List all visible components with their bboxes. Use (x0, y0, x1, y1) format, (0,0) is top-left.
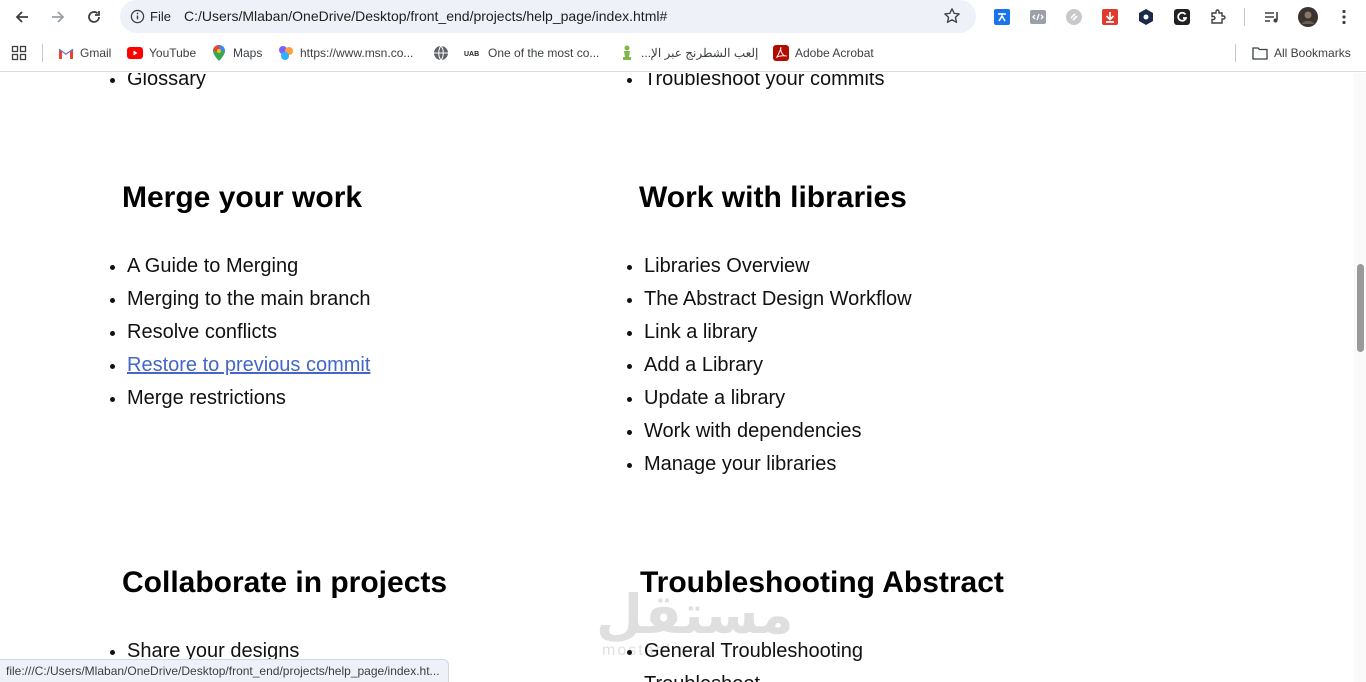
profile-avatar[interactable] (1298, 7, 1318, 27)
bookmark-label: Gmail (80, 46, 112, 60)
bookmark-label: YouTube (149, 46, 197, 60)
list-item[interactable]: The Abstract Design Workflow (644, 283, 912, 316)
url-text[interactable]: C:/Users/Mlaban/OneDrive/Desktop/front_e… (184, 8, 667, 24)
section-list-libraries: Libraries Overview The Abstract Design W… (644, 250, 912, 481)
extension-download-icon[interactable] (1100, 7, 1120, 27)
acrobat-icon (773, 45, 789, 61)
back-arrow-icon (15, 11, 28, 23)
youtube-icon (127, 45, 143, 61)
bookmark-label: Adobe Acrobat (795, 46, 874, 60)
media-control-icon[interactable] (1262, 7, 1282, 27)
bookmark-gmail[interactable]: Gmail (58, 44, 111, 62)
forward-button[interactable] (45, 4, 71, 30)
extensions-puzzle-icon[interactable] (1208, 7, 1228, 27)
forward-arrow-icon (52, 11, 65, 23)
extension-translate-icon[interactable] (992, 7, 1012, 27)
chess-icon (619, 45, 635, 61)
list-item[interactable]: Merge restrictions (127, 382, 370, 415)
list-item[interactable]: Resolve conflicts (127, 316, 370, 349)
site-info-chip[interactable]: File (130, 8, 171, 25)
back-button[interactable] (9, 4, 35, 30)
bookmark-youtube[interactable]: YouTube (127, 44, 196, 62)
gmail-icon (58, 45, 74, 61)
section-title-libraries: Work with libraries (639, 181, 907, 214)
bookmarks-divider (1235, 44, 1236, 62)
list-item-link: Restore to previous commit (127, 349, 370, 382)
section-title-collaborate: Collaborate in projects (122, 566, 448, 599)
watermark-main: مستقل (596, 583, 794, 646)
extension-grammarly-icon[interactable] (1172, 7, 1192, 27)
address-bar[interactable]: File C:/Users/Mlaban/OneDrive/Desktop/fr… (120, 0, 976, 33)
reload-button[interactable] (81, 4, 107, 30)
apps-button[interactable] (11, 44, 27, 62)
globe-icon (433, 45, 449, 61)
bookmark-label: Maps (233, 46, 263, 60)
list-item[interactable]: Link a library (644, 316, 912, 349)
bookmark-uab[interactable]: UAB One of the most co... (464, 44, 599, 62)
bookmark-maps[interactable]: Maps (211, 44, 262, 62)
list-item[interactable]: Troubleshoot... (644, 668, 863, 682)
apps-grid-icon (11, 45, 27, 61)
maps-icon (211, 45, 227, 61)
bookmark-msn[interactable]: https://www.msn.co... (278, 44, 413, 62)
browser-menu-button[interactable] (1334, 7, 1354, 27)
bookmark-star-button[interactable] (942, 6, 962, 26)
folder-icon (1252, 45, 1268, 61)
uab-icon: UAB (464, 45, 482, 61)
site-info-label: File (150, 9, 171, 24)
list-item[interactable]: Work with dependencies (644, 415, 912, 448)
list-item[interactable]: Libraries Overview (644, 250, 912, 283)
section-list-merge: A Guide to Merging Merging to the main b… (127, 250, 370, 415)
extension-link-icon[interactable] (1064, 7, 1084, 27)
list-item[interactable]: Merging to the main branch (127, 283, 370, 316)
msn-icon (278, 45, 294, 61)
avatar-icon (1298, 7, 1318, 27)
bookmark-label: إلعب الشطرنج عبر الإ... (641, 46, 759, 60)
bookmark-adobe-acrobat[interactable]: Adobe Acrobat (773, 44, 874, 62)
reload-icon (88, 11, 100, 23)
info-icon (130, 9, 145, 24)
previous-list-right: Troubleshoot your commits (644, 73, 884, 96)
all-bookmarks-label: All Bookmarks (1274, 46, 1351, 60)
bookmark-label: One of the most co... (488, 46, 600, 60)
extension-code-icon[interactable] (1028, 7, 1048, 27)
bookmarks-divider (42, 44, 43, 62)
kebab-menu-icon (1342, 9, 1346, 25)
list-item[interactable]: Add a Library (644, 349, 912, 382)
list-item[interactable]: Manage your libraries (644, 448, 912, 481)
toolbar-divider (1244, 8, 1245, 26)
all-bookmarks-button[interactable]: All Bookmarks (1252, 44, 1351, 62)
list-item[interactable]: Troubleshoot your commits (644, 73, 884, 96)
bookmarks-bar: Gmail YouTube Maps https://www.msn.co...… (0, 34, 1366, 72)
watermark-logo: مستقل mostaql.com (596, 588, 794, 660)
extension-hex-icon[interactable] (1136, 7, 1156, 27)
list-item[interactable]: A Guide to Merging (127, 250, 370, 283)
scrollbar-thumb[interactable] (1357, 264, 1364, 352)
bookmark-chess[interactable]: إلعب الشطرنج عبر الإ... (619, 44, 758, 62)
list-item[interactable]: Glossary (127, 73, 206, 96)
previous-list-left: Glossary (127, 73, 206, 96)
bookmark-globe[interactable] (433, 44, 449, 62)
browser-toolbar: File C:/Users/Mlaban/OneDrive/Desktop/fr… (0, 0, 1366, 34)
list-item[interactable]: Update a library (644, 382, 912, 415)
vertical-scrollbar[interactable] (1354, 73, 1366, 682)
restore-commit-link[interactable]: Restore to previous commit (127, 354, 370, 376)
svg-text:UAB: UAB (464, 51, 479, 58)
link-status-bar: file:///C:/Users/Mlaban/OneDrive/Desktop… (0, 659, 449, 682)
star-icon (944, 8, 960, 23)
bookmark-label: https://www.msn.co... (300, 46, 414, 60)
section-title-merge: Merge your work (122, 181, 363, 214)
